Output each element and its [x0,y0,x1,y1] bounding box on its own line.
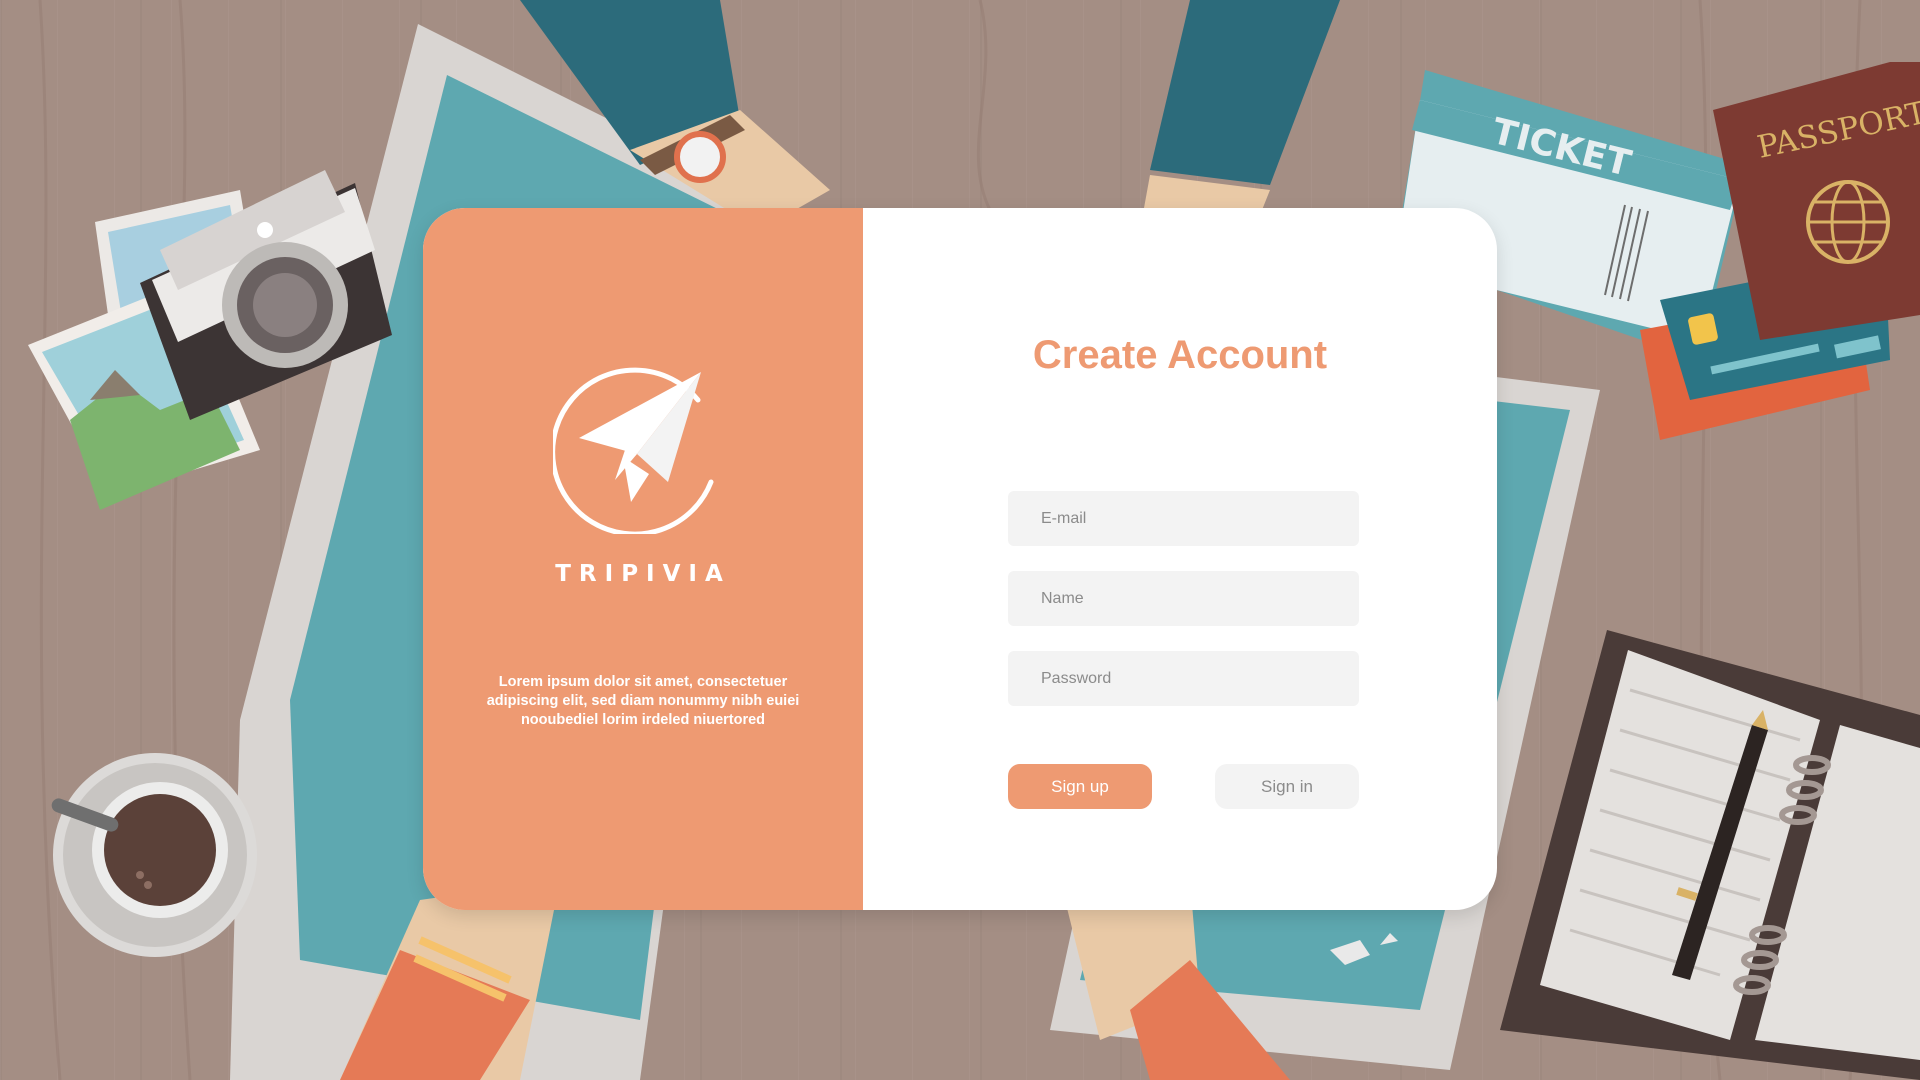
name-field[interactable] [1008,571,1359,626]
paper-plane-icon [553,367,714,534]
brand-name: TRIPIVIA [555,561,731,587]
person-arms-bottom [340,880,1290,1080]
page-title: Create Account [1032,333,1328,377]
brand-description: Lorem ipsum dolor sit amet, consectetuer… [486,674,800,728]
brand-panel: TRIPIVIA Lorem ipsum dolor sit amet, con… [423,208,863,910]
coffee-cup [51,753,257,957]
form-panel: Create Account Sign up Sign in [863,208,1497,910]
password-field[interactable] [1008,651,1359,706]
email-field[interactable] [1008,491,1359,546]
sign-up-button[interactable]: Sign up [1008,764,1152,809]
notebook [1500,630,1920,1080]
signup-card: TRIPIVIA Lorem ipsum dolor sit amet, con… [423,208,1497,910]
sign-in-button[interactable]: Sign in [1215,764,1359,809]
